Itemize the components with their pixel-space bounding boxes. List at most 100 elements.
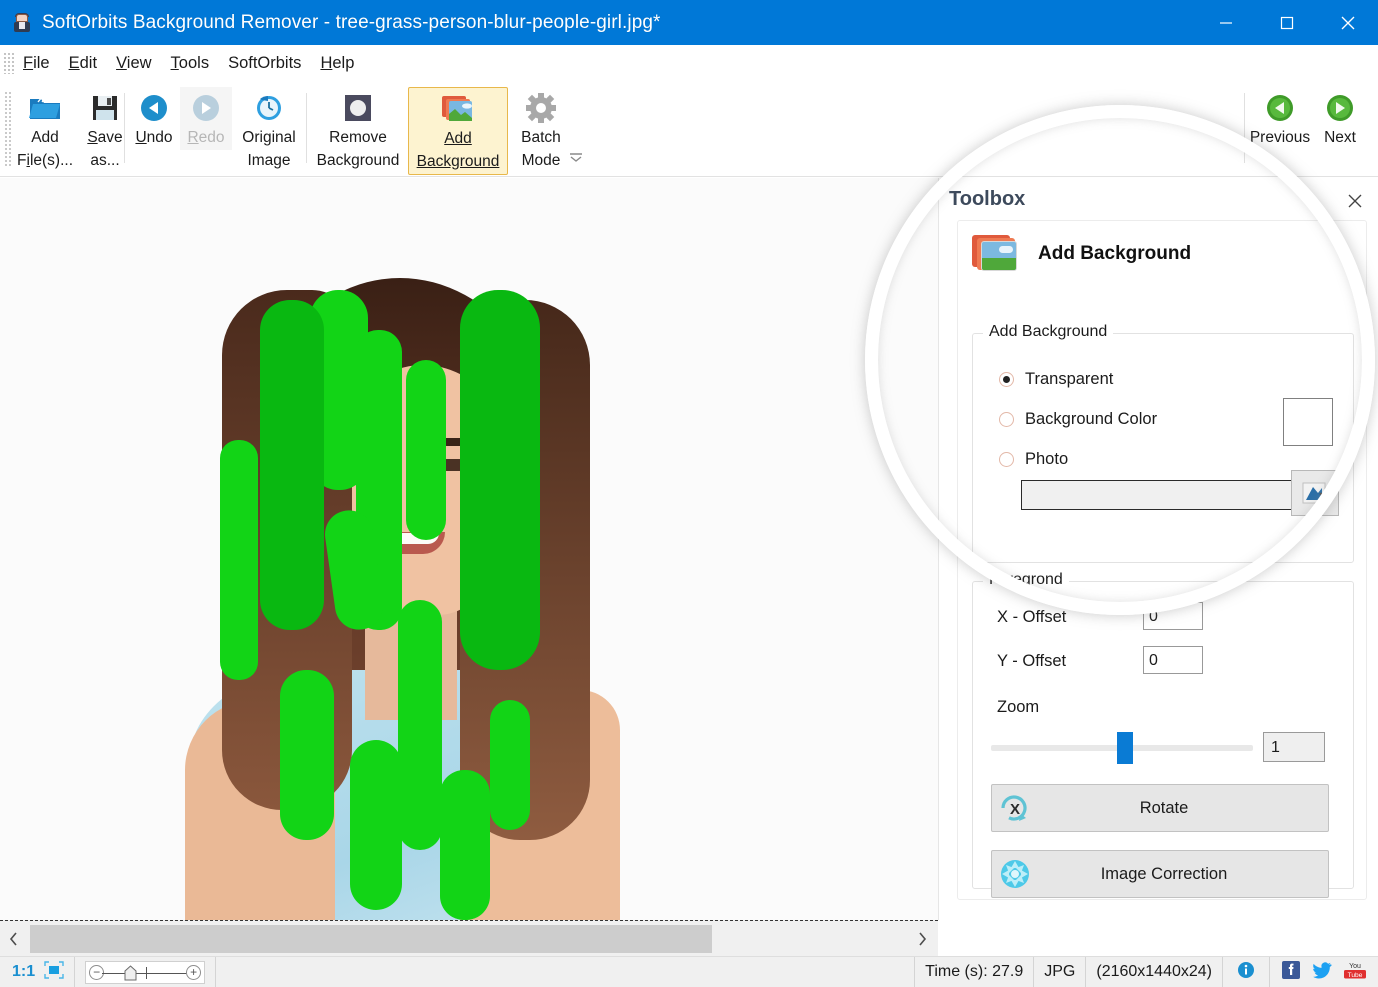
- add-background-button[interactable]: Add Background: [408, 87, 508, 175]
- toolbox-panel: Toolbox Add Background Add Background Tr…: [938, 178, 1378, 920]
- zoom-slider-thumb[interactable]: [1116, 732, 1133, 764]
- redo-label: Redo: [187, 129, 225, 146]
- remove-background-label-1: Remove: [329, 129, 387, 146]
- previous-button[interactable]: Previous: [1248, 87, 1312, 150]
- menu-item-edit[interactable]: Edit: [60, 51, 106, 76]
- save-as-label-1: Save: [87, 129, 123, 146]
- clock-history-icon: [254, 91, 284, 125]
- radio-transparent[interactable]: Transparent: [999, 370, 1113, 389]
- zoom-value-input[interactable]: 1: [1263, 732, 1325, 762]
- menu-item-help[interactable]: Help: [311, 51, 363, 76]
- svg-text:Tube: Tube: [1348, 972, 1363, 979]
- y-offset-label: Y - Offset: [997, 652, 1067, 670]
- circle-mask-icon: [343, 91, 373, 125]
- svg-text:X: X: [1010, 801, 1020, 818]
- image-correction-button[interactable]: Image Correction: [991, 850, 1329, 898]
- gear-icon: [525, 91, 557, 125]
- previous-label: Previous: [1249, 129, 1311, 146]
- menu-item-view[interactable]: View: [107, 51, 160, 76]
- time-cell: Time (s): 27.9: [915, 956, 1035, 987]
- zoom-home-handle[interactable]: [124, 964, 137, 981]
- add-background-label-1: Add: [444, 130, 472, 147]
- undo-label: Undo: [135, 129, 173, 146]
- green-right-arrow-icon: [1325, 91, 1355, 125]
- original-image-button[interactable]: Original Image: [232, 87, 306, 173]
- zoom-mini-slider[interactable]: − +: [85, 960, 206, 984]
- sun-burst-icon: [992, 851, 1038, 897]
- radio-background-color[interactable]: Background Color: [999, 410, 1157, 429]
- rotate-button[interactable]: X Rotate: [991, 784, 1329, 832]
- info-cell: [1223, 956, 1270, 987]
- redo-button[interactable]: Redo: [180, 87, 232, 150]
- image-canvas[interactable]: [0, 178, 938, 920]
- next-label: Next: [1324, 129, 1356, 146]
- stacked-photo-icon: [441, 92, 475, 126]
- toolbox-title: Toolbox: [949, 188, 1026, 210]
- undo-button[interactable]: Undo: [128, 87, 180, 150]
- batch-mode-label-2: Mode: [521, 152, 561, 169]
- browse-folder-icon[interactable]: [1291, 470, 1339, 516]
- fit-to-screen-icon[interactable]: [44, 960, 64, 984]
- x-offset-input[interactable]: 0: [1143, 602, 1203, 630]
- zoom-slider[interactable]: [991, 732, 1253, 764]
- undo-arrow-icon: [139, 91, 169, 125]
- stacked-photo-icon: [972, 233, 1020, 275]
- menu-drag-grip[interactable]: [4, 52, 14, 74]
- status-spacer: [216, 956, 916, 987]
- scroll-right-chevron-right-icon[interactable]: [908, 921, 936, 957]
- svg-text:You: You: [1349, 963, 1361, 970]
- facebook-icon[interactable]: [1282, 960, 1300, 984]
- application-window: SoftOrbits Background Remover - tree-gra…: [0, 0, 1378, 987]
- y-offset-input[interactable]: 0: [1143, 646, 1203, 674]
- remove-background-label-2: Background: [316, 152, 400, 169]
- add-files-button[interactable]: Add File(s)...: [14, 87, 76, 173]
- youtube-icon[interactable]: You Tube: [1344, 960, 1366, 984]
- horizontal-scroll-thumb[interactable]: [30, 925, 712, 953]
- toolbar-separator: [124, 93, 125, 163]
- save-as-button[interactable]: Save as...: [76, 87, 134, 173]
- rotate-x-icon: X: [992, 785, 1038, 831]
- add-background-group: Add Background Transparent Background Co…: [972, 323, 1354, 563]
- zoom-ratio-cell: 1:1: [0, 956, 76, 987]
- social-cell: You Tube: [1270, 957, 1378, 987]
- redo-arrow-icon: [191, 91, 221, 125]
- canvas-horizontal-scrollbar[interactable]: [0, 920, 938, 956]
- image-correction-button-label: Image Correction: [1100, 864, 1228, 883]
- format-cell: JPG: [1034, 956, 1087, 987]
- radio-background-color-indicator[interactable]: [999, 412, 1014, 427]
- original-image-label-1: Original: [242, 129, 296, 146]
- toolbar-overflow-chevron-down-icon[interactable]: [568, 149, 584, 167]
- foreground-group-legend: Foregrond: [983, 571, 1069, 589]
- batch-mode-button[interactable]: Batch Mode: [508, 87, 574, 173]
- floppy-disk-icon: [90, 91, 120, 125]
- scroll-left-chevron-left-icon[interactable]: [0, 921, 28, 957]
- background-color-swatch[interactable]: [1283, 398, 1333, 446]
- close-button[interactable]: [1317, 0, 1378, 45]
- toolbar-drag-grip[interactable]: [4, 91, 12, 167]
- twitter-icon[interactable]: [1312, 961, 1332, 984]
- window-controls: [1195, 0, 1378, 45]
- add-background-group-legend: Add Background: [983, 323, 1114, 341]
- radio-photo-indicator[interactable]: [999, 452, 1014, 467]
- menu-item-tools[interactable]: Tools: [162, 51, 219, 76]
- plus-icon[interactable]: +: [186, 964, 202, 980]
- toolbox-close-icon[interactable]: [1342, 188, 1368, 214]
- maximize-button[interactable]: [1256, 0, 1317, 45]
- radio-transparent-indicator[interactable]: [999, 372, 1014, 387]
- radio-transparent-label: Transparent: [1025, 370, 1114, 388]
- next-button[interactable]: Next: [1312, 87, 1368, 150]
- edited-photo: [160, 270, 780, 920]
- green-left-arrow-icon: [1265, 91, 1295, 125]
- remove-background-button[interactable]: Remove Background: [310, 87, 406, 173]
- photo-path-input[interactable]: [1021, 480, 1319, 510]
- info-icon[interactable]: [1237, 961, 1255, 984]
- menu-item-softorbits[interactable]: SoftOrbits: [219, 51, 310, 76]
- minimize-button[interactable]: [1195, 0, 1256, 45]
- menu-item-file[interactable]: FFileile: [14, 51, 59, 76]
- window-title: SoftOrbits Background Remover - tree-gra…: [42, 11, 661, 33]
- original-image-label-2: Image: [247, 152, 291, 169]
- radio-photo[interactable]: Photo: [999, 450, 1068, 469]
- app-person-icon: [12, 12, 32, 33]
- zoom-label: Zoom: [997, 698, 1040, 716]
- add-files-label-2: File(s)...: [17, 152, 73, 169]
